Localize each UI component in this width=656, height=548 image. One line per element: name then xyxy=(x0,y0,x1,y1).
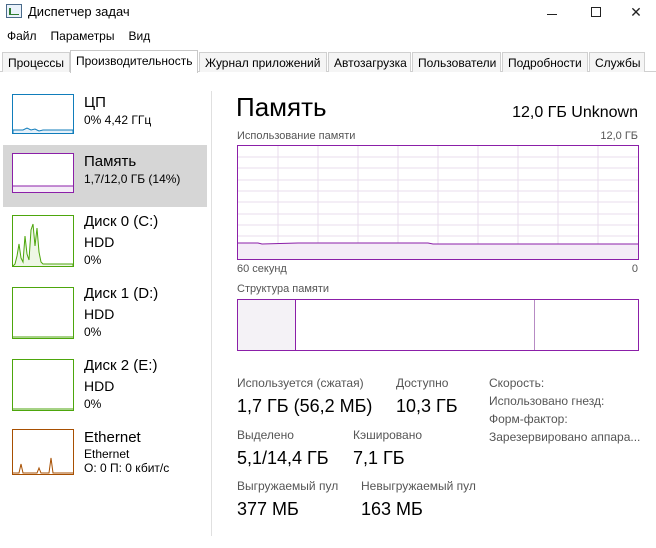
paged-pool-value: 377 МБ xyxy=(237,499,299,519)
cpu-thumbnail-graph xyxy=(12,94,74,134)
tab-users[interactable]: Пользователи xyxy=(412,52,501,72)
disk0-sparkline xyxy=(13,223,73,266)
disk0-type: HDD xyxy=(84,234,115,250)
tab-startup[interactable]: Автозагрузка xyxy=(328,52,411,72)
tab-performance[interactable]: Производительность xyxy=(70,50,198,73)
disk0-title: Диск 0 (C:) xyxy=(84,213,159,230)
sidebar-item-ethernet[interactable]: Ethernet Ethernet О: 0 П: 0 кбит/с xyxy=(3,429,207,491)
menu-options[interactable]: Параметры xyxy=(44,26,122,46)
memory-usage: 1,7/12,0 ГБ (14%) xyxy=(84,172,181,186)
tab-services[interactable]: Службы xyxy=(589,52,645,72)
tab-app-history[interactable]: Журнал приложений xyxy=(199,52,327,72)
spec-form-factor: Форм-фактор: xyxy=(489,412,568,426)
memory-usage-graph xyxy=(237,145,639,260)
spec-hardware-reserved: Зарезервировано аппара... xyxy=(489,430,641,444)
memory-title: Память xyxy=(84,153,137,170)
available-value: 10,3 ГБ xyxy=(396,396,458,416)
cpu-sparkline xyxy=(13,127,73,133)
sidebar-item-disk0[interactable]: Диск 0 (C:) HDD 0% xyxy=(3,213,207,275)
disk2-usage: 0% xyxy=(84,397,102,411)
spec-speed: Скорость: xyxy=(489,376,545,390)
spec-slots-used: Использовано гнезд: xyxy=(489,394,605,408)
memory-usage-plot xyxy=(238,146,638,259)
title-bar: Диспетчер задач ✕ xyxy=(0,0,656,24)
disk1-thumbnail-graph xyxy=(12,287,74,339)
cached-value: 7,1 ГБ xyxy=(353,448,405,468)
sidebar-item-memory[interactable]: Память 1,7/12,0 ГБ (14%) xyxy=(3,145,207,207)
tab-processes[interactable]: Процессы xyxy=(2,52,70,72)
close-icon: ✕ xyxy=(630,4,642,20)
disk1-title: Диск 1 (D:) xyxy=(84,285,159,302)
disk2-thumbnail-graph xyxy=(12,359,74,411)
disk1-sparkline xyxy=(13,336,73,338)
ethernet-sparkline xyxy=(13,457,73,474)
memory-sparkline xyxy=(13,185,73,192)
sidebar-item-disk1[interactable]: Диск 1 (D:) HDD 0% xyxy=(3,285,207,347)
nonpaged-pool-value: 163 МБ xyxy=(361,499,423,519)
disk0-thumbnail-graph xyxy=(12,215,74,267)
cpu-title: ЦП xyxy=(84,94,106,111)
tab-details[interactable]: Подробности xyxy=(502,52,588,72)
composition-in-use xyxy=(238,300,296,350)
committed-label: Выделено xyxy=(237,428,294,442)
close-button[interactable]: ✕ xyxy=(614,0,656,24)
structure-label: Структура памяти xyxy=(237,283,330,295)
cpu-usage: 0% 4,42 ГГц xyxy=(84,113,152,127)
sidebar-item-cpu[interactable]: ЦП 0% 4,42 ГГц xyxy=(3,73,207,135)
in-use-value: 1,7 ГБ (56,2 МБ) xyxy=(237,396,373,416)
ethernet-adapter: Ethernet xyxy=(84,447,130,461)
nonpaged-pool-label: Невыгружаемый пул xyxy=(361,479,476,493)
tab-strip: Процессы Производительность Журнал прило… xyxy=(0,50,656,73)
disk1-type: HDD xyxy=(84,306,115,322)
menu-file[interactable]: Файл xyxy=(0,26,44,46)
maximize-icon xyxy=(591,7,601,17)
task-manager-icon xyxy=(6,4,22,18)
usage-graph-max: 12,0 ГБ xyxy=(600,130,638,142)
panel-divider xyxy=(211,91,212,536)
committed-value: 5,1/14,4 ГБ xyxy=(237,448,329,468)
minimize-button[interactable] xyxy=(530,0,574,24)
graph-time-left: 60 секунд xyxy=(237,263,287,275)
disk2-title: Диск 2 (E:) xyxy=(84,357,158,374)
usage-graph-label: Использование памяти xyxy=(237,130,356,142)
ethernet-throughput: О: 0 П: 0 кбит/с xyxy=(84,461,170,475)
memory-thumbnail-graph xyxy=(12,153,74,193)
menu-bar: Файл Параметры Вид xyxy=(0,26,157,46)
resource-list: ЦП 0% 4,42 ГГц Память 1,7/12,0 ГБ (14%) … xyxy=(0,73,212,548)
disk2-sparkline xyxy=(13,408,73,410)
available-label: Доступно xyxy=(396,376,449,390)
page-title: Память xyxy=(236,92,327,122)
cached-label: Кэшировано xyxy=(353,428,423,442)
memory-total: 12,0 ГБ Unknown xyxy=(512,104,638,121)
paged-pool-label: Выгружаемый пул xyxy=(237,479,339,493)
disk2-type: HDD xyxy=(84,378,115,394)
window-title: Диспетчер задач xyxy=(28,4,130,19)
minimize-icon xyxy=(547,13,557,15)
sidebar-item-disk2[interactable]: Диск 2 (E:) HDD 0% xyxy=(3,357,207,419)
disk0-usage: 0% xyxy=(84,253,102,267)
ethernet-title: Ethernet xyxy=(84,429,141,446)
disk1-usage: 0% xyxy=(84,325,102,339)
graph-time-right: 0 xyxy=(631,263,638,275)
in-use-label: Используется (сжатая) xyxy=(237,376,364,390)
ethernet-thumbnail-graph xyxy=(12,429,74,475)
maximize-button[interactable] xyxy=(574,0,618,24)
memory-composition-bar xyxy=(237,299,639,351)
composition-separator xyxy=(534,300,535,350)
menu-view[interactable]: Вид xyxy=(121,26,157,46)
